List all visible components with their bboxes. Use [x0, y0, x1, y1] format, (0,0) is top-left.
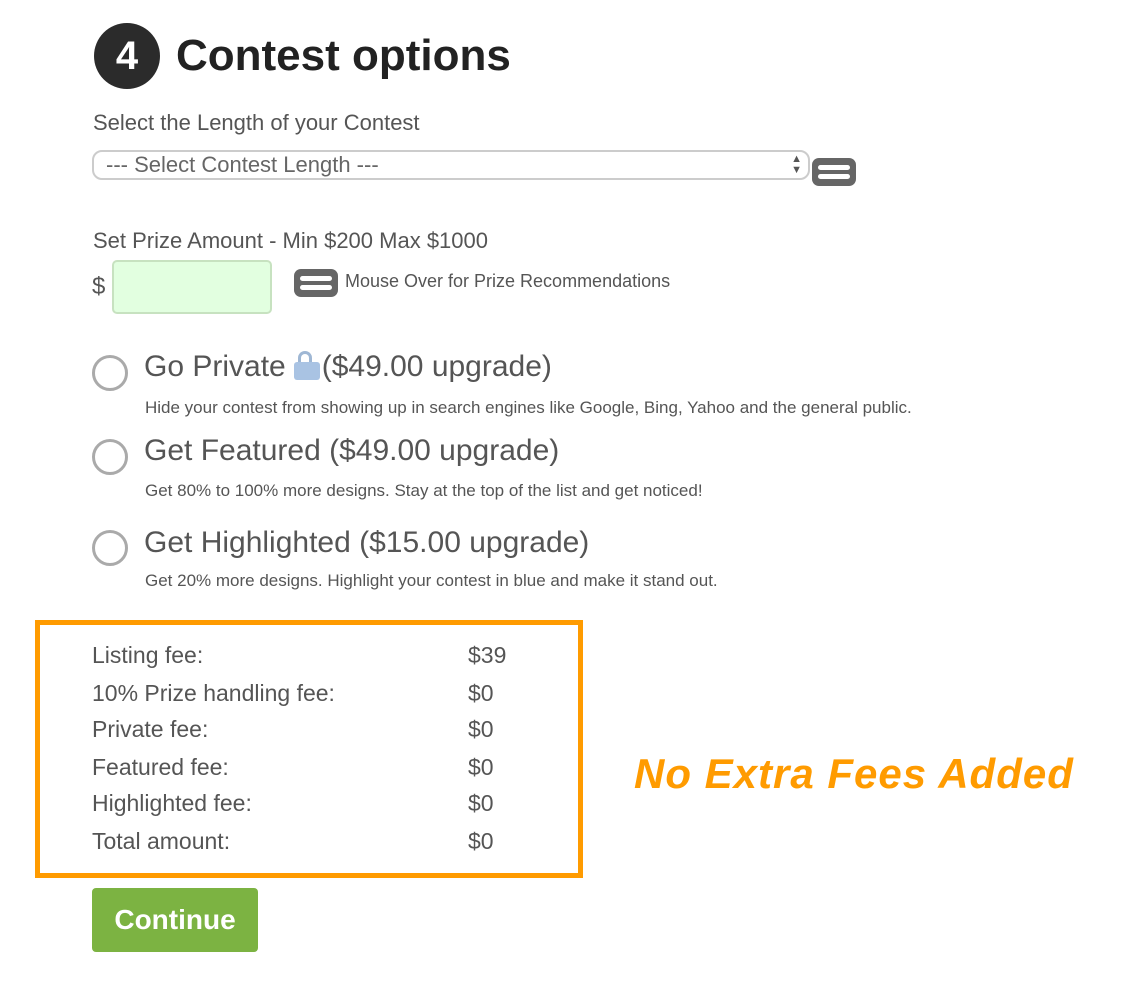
section-title: Contest options — [176, 31, 511, 80]
step-number-badge: 4 — [94, 23, 160, 89]
get-featured-description: Get 80% to 100% more designs. Stay at th… — [145, 481, 703, 500]
featured-fee-label: Featured fee: — [92, 754, 229, 780]
private-fee-value: $0 — [468, 716, 494, 742]
contest-length-help-icon[interactable] — [812, 158, 856, 186]
prize-recommendations-hint: Mouse Over for Prize Recommendations — [345, 271, 671, 291]
select-arrows-icon: ▲ ▼ — [791, 153, 802, 176]
get-highlighted-description: Get 20% more designs. Highlight your con… — [145, 571, 718, 590]
prize-handling-fee-label: 10% Prize handling fee: — [92, 680, 335, 706]
contest-length-selected-value: --- Select Contest Length --- — [106, 152, 379, 177]
continue-button[interactable]: Continue — [92, 888, 258, 952]
private-fee-label: Private fee: — [92, 716, 209, 742]
go-private-description: Hide your contest from showing up in sea… — [145, 398, 912, 417]
lock-icon — [293, 350, 320, 380]
contest-length-label: Select the Length of your Contest — [93, 110, 420, 135]
highlighted-fee-label: Highlighted fee: — [92, 790, 252, 816]
contest-length-select[interactable]: --- Select Contest Length --- ▲ ▼ — [92, 150, 810, 180]
get-highlighted-title: Get Highlighted ($15.00 upgrade) — [144, 526, 590, 559]
get-highlighted-radio[interactable] — [92, 530, 128, 566]
currency-symbol: $ — [92, 273, 106, 300]
highlighted-fee-value: $0 — [468, 790, 494, 816]
go-private-radio[interactable] — [92, 355, 128, 391]
prize-amount-input[interactable] — [112, 260, 272, 314]
go-private-title: Go Private ($49.00 upgrade) — [144, 350, 552, 384]
prize-handling-fee-value: $0 — [468, 680, 494, 706]
get-featured-title: Get Featured ($49.00 upgrade) — [144, 434, 560, 467]
total-amount-value: $0 — [468, 828, 494, 854]
featured-fee-value: $0 — [468, 754, 494, 780]
listing-fee-label: Listing fee: — [92, 642, 204, 668]
prize-amount-label: Set Prize Amount - Min $200 Max $1000 — [93, 228, 488, 253]
no-extra-fees-annotation: No Extra Fees Added — [634, 750, 1074, 797]
listing-fee-value: $39 — [468, 642, 507, 668]
go-private-price: ($49.00 upgrade) — [321, 350, 552, 383]
prize-recommendations-icon[interactable] — [294, 269, 338, 297]
get-featured-radio[interactable] — [92, 439, 128, 475]
go-private-label: Go Private — [144, 350, 286, 383]
total-amount-label: Total amount: — [92, 828, 231, 854]
